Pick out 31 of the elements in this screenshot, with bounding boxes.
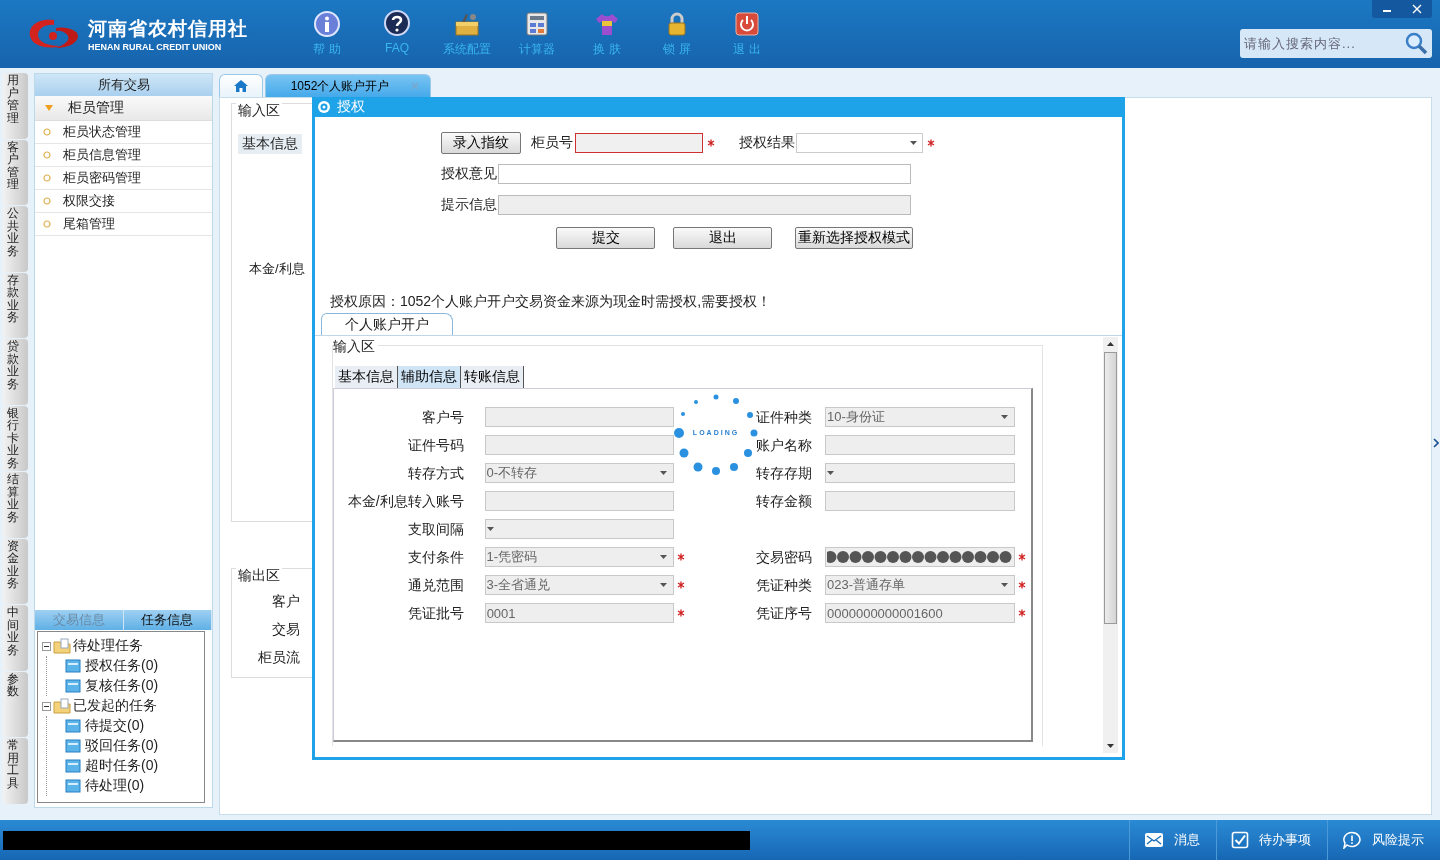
- section-legend: 输入区: [333, 338, 378, 356]
- field-label: 客户号: [420, 408, 464, 427]
- field-label: 证件种类: [756, 408, 812, 427]
- field-label: 交易密码: [756, 548, 812, 567]
- field-label: 转存存期: [756, 464, 812, 483]
- field-label: 授权意见: [441, 165, 498, 183]
- field-label: 账户名称: [756, 436, 812, 455]
- field-label: 本金/利息转入账号: [346, 492, 464, 511]
- field-label: 交易: [272, 621, 300, 639]
- field-label: 通兑范围: [406, 576, 464, 595]
- logo-subtitle: HENAN RURAL CREDIT UNION: [88, 42, 223, 52]
- logo-title: 河南省农村信用社: [88, 17, 248, 41]
- sidebar-header: 所有交易: [35, 74, 212, 96]
- field-label: 柜员流: [258, 649, 300, 667]
- field-label: 客户: [272, 593, 300, 611]
- field-label: 凭证批号: [406, 604, 464, 623]
- field-label: 提示信息: [441, 196, 498, 214]
- field-label: 转存方式: [406, 464, 464, 483]
- authorization-reason: 授权原因：1052个人账户开户交易资金来源为现金时需授权,需要授权！: [330, 293, 773, 311]
- dialog-title: 授权: [337, 98, 365, 116]
- field-label: 转存金额: [756, 492, 812, 511]
- section-legend: 输出区: [236, 567, 282, 585]
- field-label: 证件号码: [406, 436, 464, 455]
- field-label: 凭证种类: [756, 576, 812, 595]
- field-label: 本金/利息: [249, 260, 305, 278]
- field-label: 柜员号: [531, 134, 574, 152]
- field-label: 支取间隔: [406, 520, 464, 539]
- field-label: 授权结果: [739, 134, 796, 152]
- field-label: 凭证序号: [756, 604, 812, 623]
- section-legend: 输入区: [236, 102, 282, 120]
- field-label: 支付条件: [406, 548, 464, 567]
